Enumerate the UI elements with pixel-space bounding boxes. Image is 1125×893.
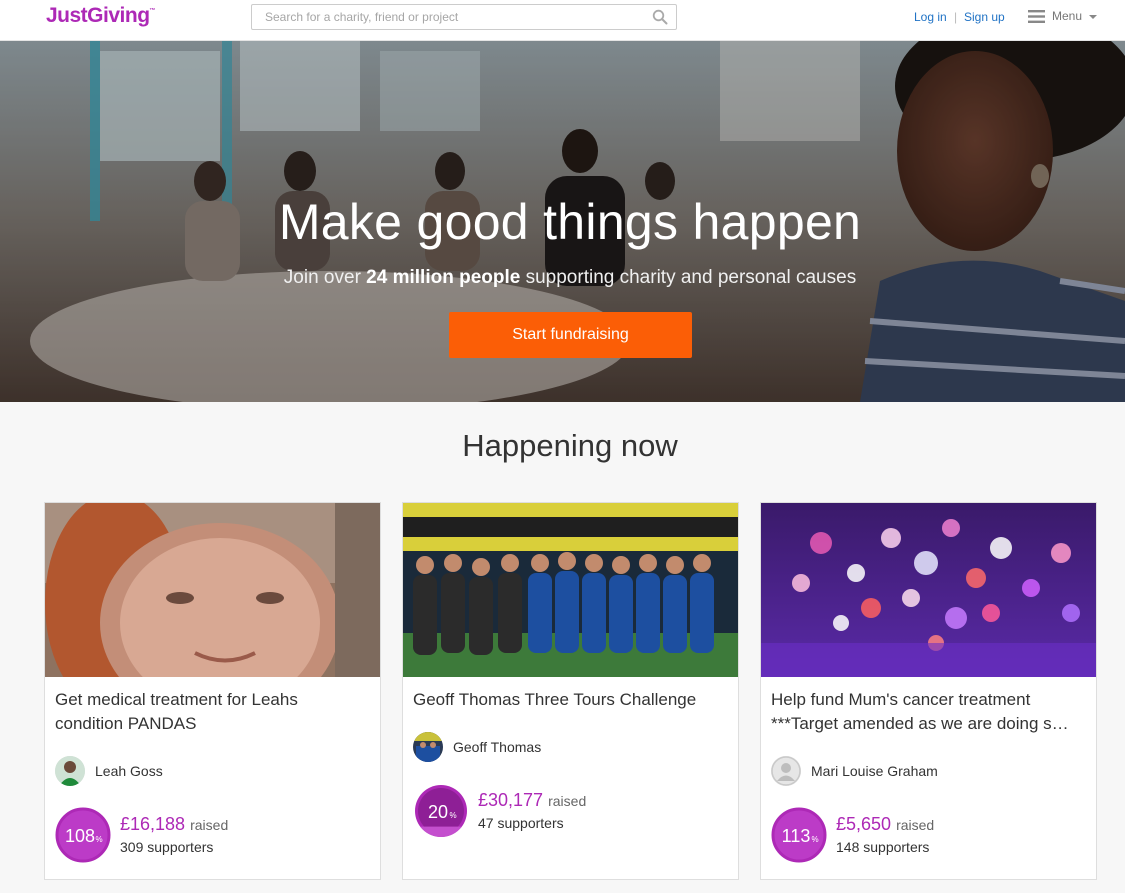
login-link[interactable]: Log in	[914, 10, 947, 24]
justgiving-logo[interactable]: JustGiving™	[46, 4, 155, 28]
avatar	[771, 756, 801, 786]
supporters-count: 47 supporters	[478, 815, 564, 831]
search-input[interactable]	[252, 5, 642, 29]
hero-subtitle-end: supporting charity and personal causes	[520, 267, 857, 288]
fundraiser-owner: Leah Goss	[55, 756, 355, 786]
fundraiser-owner: Geoff Thomas	[413, 732, 713, 762]
percent-value: 108	[65, 826, 95, 846]
progress-ring: 113 %	[771, 807, 827, 863]
logo-text: JustGiving	[46, 4, 150, 27]
nav-separator: |	[954, 10, 958, 24]
percent-value: 113	[782, 826, 811, 846]
supporters-count: 309 supporters	[120, 839, 214, 855]
progress-ring: 20 %	[415, 785, 467, 837]
amount-raised: £5,650 raised	[836, 814, 934, 835]
avatar	[413, 732, 443, 762]
amount-raised: £16,188 raised	[120, 814, 228, 835]
owner-name: Leah Goss	[95, 763, 163, 779]
fundraiser-image	[761, 503, 1096, 677]
hero-title: Make good things happen	[278, 194, 862, 250]
chevron-down-icon	[1089, 15, 1097, 19]
owner-name: Geoff Thomas	[453, 739, 542, 755]
amount-value: £16,188	[120, 814, 186, 834]
fundraiser-title-line: Geoff Thomas Three Tours Challenge	[413, 690, 697, 709]
fundraiser-card[interactable]: Help fund Mum's cancer treatment ***Targ…	[760, 502, 1097, 880]
fundraiser-title-line: condition PANDAS	[55, 714, 197, 733]
fundraiser-image	[403, 503, 738, 677]
hamburger-icon	[1028, 10, 1045, 23]
progress-ring: 108 %	[55, 807, 111, 863]
owner-name: Mari Louise Graham	[811, 763, 938, 779]
fundraiser-card[interactable]: Get medical treatment for Leahs conditio…	[44, 502, 381, 880]
hero-subtitle-start: Join over	[283, 267, 367, 288]
amount-raised: £30,177 raised	[478, 790, 586, 811]
hero-banner: Make good things happen Join over 24 mil…	[0, 41, 1125, 402]
search-icon[interactable]	[652, 9, 668, 25]
fundraiser-title-line: Help fund Mum's cancer treatment	[771, 690, 1031, 709]
hero-subtitle: Join over 24 million people supporting c…	[0, 267, 1125, 289]
raised-label: raised	[190, 817, 229, 833]
percent-sign: %	[95, 835, 102, 844]
fundraiser-title[interactable]: Geoff Thomas Three Tours Challenge	[413, 688, 729, 712]
supporters-count: 148 supporters	[836, 839, 930, 855]
fundraiser-owner: Mari Louise Graham	[771, 756, 1071, 786]
hero-subtitle-highlight: 24 million people	[366, 267, 521, 288]
avatar	[55, 756, 85, 786]
raised-label: raised	[548, 793, 587, 809]
logo-trademark: ™	[149, 8, 156, 14]
section-title: Happening now	[462, 428, 678, 463]
amount-value: £5,650	[836, 814, 892, 834]
percent-sign: %	[811, 835, 818, 844]
top-navigation: JustGiving™ Log in | Sign up Menu	[0, 0, 1125, 41]
raised-label: raised	[896, 817, 935, 833]
menu-label: Menu	[1052, 9, 1083, 23]
menu-button[interactable]: Menu	[1028, 9, 1100, 27]
fundraiser-image	[45, 503, 380, 677]
percent-value: 20	[428, 802, 448, 822]
search-box	[251, 4, 677, 30]
fundraiser-title[interactable]: Get medical treatment for Leahs conditio…	[55, 688, 371, 736]
fundraiser-card[interactable]: Geoff Thomas Three Tours Challenge Geoff…	[402, 502, 739, 880]
start-fundraising-button[interactable]: Start fundraising	[449, 312, 692, 358]
amount-value: £30,177	[478, 790, 544, 810]
progress-fill	[415, 826, 467, 837]
signup-link[interactable]: Sign up	[964, 10, 1005, 24]
fundraiser-title-line: Get medical treatment for Leahs	[55, 690, 298, 709]
fundraiser-title[interactable]: Help fund Mum's cancer treatment ***Targ…	[771, 688, 1087, 736]
fundraiser-title-line: ***Target amended as we are doing s…	[771, 714, 1069, 733]
percent-sign: %	[449, 811, 456, 820]
